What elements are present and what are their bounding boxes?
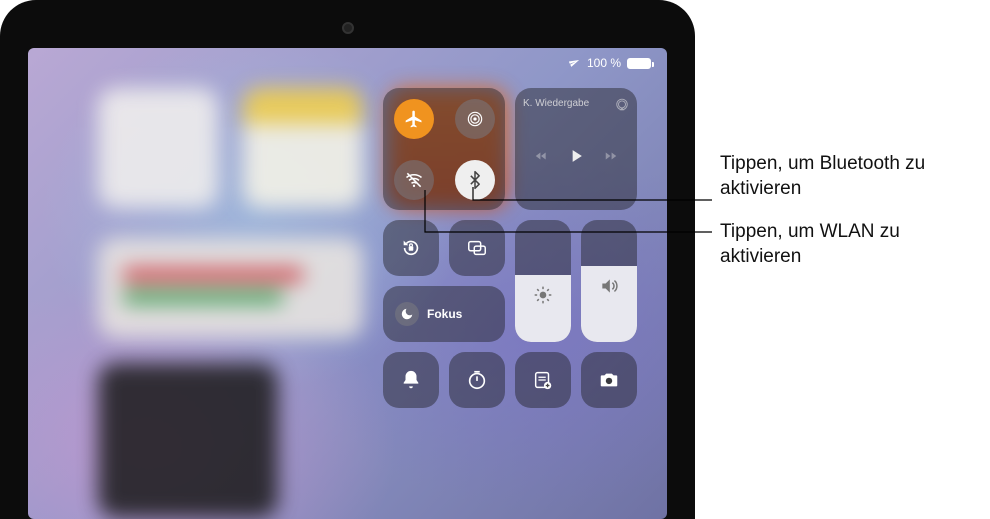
silent-mode-button[interactable]	[383, 352, 439, 408]
bell-icon	[400, 369, 422, 391]
camera-icon	[598, 369, 620, 391]
moon-icon	[395, 302, 419, 326]
timer-icon	[466, 369, 488, 391]
forward-icon[interactable]	[604, 149, 618, 163]
ipad-frame: 100 %	[0, 0, 695, 519]
bluetooth-icon	[465, 170, 485, 190]
bg-widget-notes	[243, 88, 363, 208]
screen-mirroring-icon	[466, 237, 488, 259]
media-label: K. Wiedergabe	[523, 98, 589, 109]
callout-bluetooth: Tippen, um Bluetooth zu aktivieren	[720, 152, 980, 201]
airdrop-icon	[465, 109, 485, 129]
wifi-toggle[interactable]	[394, 160, 434, 200]
bg-widget-calendar	[98, 238, 363, 338]
focus-label: Fokus	[427, 307, 462, 321]
rewind-icon[interactable]	[534, 149, 548, 163]
airplane-status-icon	[569, 57, 581, 69]
screen-mirroring-button[interactable]	[449, 220, 505, 276]
status-bar: 100 %	[569, 56, 651, 70]
focus-button[interactable]: Fokus	[383, 286, 505, 342]
bg-widget-stocks	[98, 363, 278, 518]
volume-icon	[599, 276, 619, 296]
volume-slider[interactable]	[581, 220, 637, 342]
quick-note-button[interactable]	[515, 352, 571, 408]
wifi-off-icon	[404, 170, 424, 190]
bg-widget-clock	[98, 88, 218, 208]
airplane-icon	[404, 109, 424, 129]
control-center: K. Wiedergabe	[383, 88, 643, 408]
brightness-slider[interactable]	[515, 220, 571, 342]
bluetooth-toggle[interactable]	[455, 160, 495, 200]
battery-icon	[627, 58, 651, 69]
media-playback-tile[interactable]: K. Wiedergabe	[515, 88, 637, 210]
airdrop-toggle[interactable]	[455, 99, 495, 139]
play-icon[interactable]	[566, 146, 586, 166]
connectivity-group[interactable]	[383, 88, 505, 210]
device-screen: 100 %	[28, 48, 667, 519]
camera-button[interactable]	[581, 352, 637, 408]
airplay-icon[interactable]	[615, 98, 629, 112]
battery-percent-label: 100 %	[587, 56, 621, 70]
orientation-lock-button[interactable]	[383, 220, 439, 276]
timer-button[interactable]	[449, 352, 505, 408]
orientation-lock-icon	[400, 237, 422, 259]
callout-wlan: Tippen, um WLAN zu aktivieren	[720, 220, 980, 269]
note-add-icon	[532, 369, 554, 391]
airplane-mode-toggle[interactable]	[394, 99, 434, 139]
brightness-icon	[533, 285, 553, 305]
device-camera	[342, 22, 354, 34]
